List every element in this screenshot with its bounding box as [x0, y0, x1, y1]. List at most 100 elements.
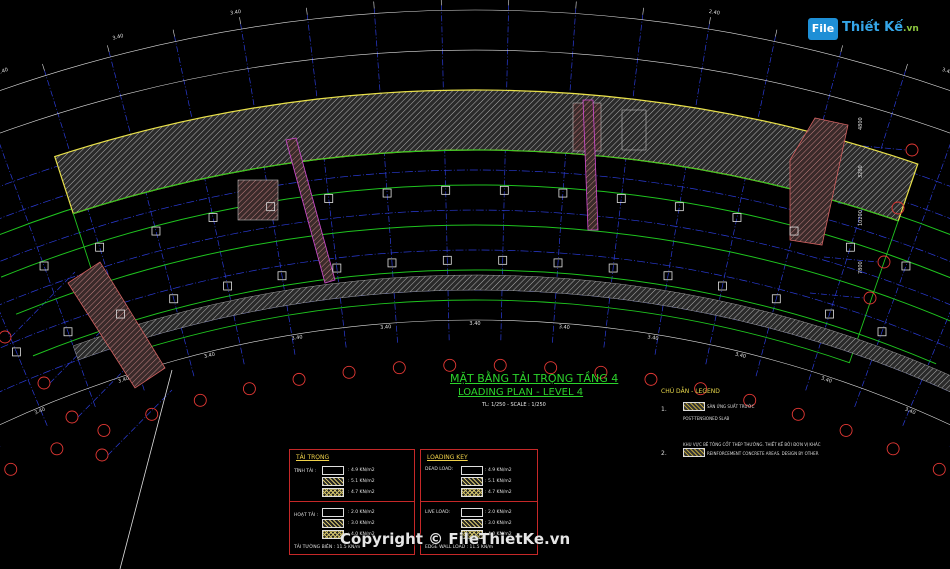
column	[732, 213, 742, 222]
inner-dim-label: 3.40	[734, 352, 746, 360]
legend-item-2-no: 2.	[661, 450, 667, 457]
inner-dim-label: 3.40	[34, 407, 47, 417]
legend-heading: CHÚ DẪN - LEGEND	[661, 388, 720, 395]
dead-load-key-3: : 4.7 KN/m2	[485, 490, 512, 495]
legend-swatch-2	[683, 448, 705, 457]
dim-tick	[642, 7, 644, 15]
grid-bubble	[0, 330, 12, 344]
inner-dim-label: 3.40	[904, 407, 917, 417]
grid-bubble	[37, 376, 51, 390]
load-swatch	[461, 519, 483, 528]
outer-dim-label: 2.40	[0, 67, 9, 76]
live-load-key-1: : 2.0 KN/m2	[485, 510, 512, 515]
inner-dim-label: 3.40	[117, 376, 129, 385]
load-swatch	[461, 488, 483, 497]
grid-bubble	[443, 358, 457, 372]
live-load-label: LIVE LOAD:	[425, 510, 451, 515]
grid-bubble	[839, 423, 853, 437]
outer-dim-label: 3.40	[941, 67, 950, 76]
inner-dim-label: 3.40	[820, 376, 832, 385]
site-logo: File Thiết Kế.vn	[808, 14, 926, 44]
core-area	[237, 179, 279, 221]
legend: CHÚ DẪN - LEGEND 1. SÀN ỨNG SUẤT TRƯỚC P…	[655, 388, 835, 468]
inner-dim-label: 3.40	[203, 352, 215, 360]
dead-load-key-2: : 5.1 KN/m2	[485, 479, 512, 484]
dead-load-value-3: : 4.7 KN/m2	[348, 490, 375, 495]
load-swatch	[322, 488, 344, 497]
grid-bubble	[905, 143, 919, 157]
grid-bubble	[65, 410, 79, 424]
radial-grid-line	[0, 311, 48, 426]
outer-dim-label: 3.40	[112, 33, 124, 42]
dim-tick	[306, 7, 308, 15]
dim-tick	[840, 45, 843, 53]
legend-item-1-en: POST-TENSIONED SLAB	[683, 416, 730, 421]
dim-tick	[172, 29, 175, 37]
column	[95, 242, 105, 252]
live-load-key-2: : 3.0 KN/m2	[485, 521, 512, 526]
dead-load-value-2: : 5.1 KN/m2	[348, 479, 375, 484]
dead-load-value-1: : 4.9 KN/m2	[348, 468, 375, 473]
dim-tick	[107, 45, 110, 53]
grid-bubble	[50, 442, 64, 456]
load-swatch	[322, 508, 344, 517]
inner-dim-label: 3.40	[469, 321, 480, 327]
logo-box: File	[808, 18, 838, 40]
dead-load-key-1: : 4.9 KN/m2	[485, 468, 512, 473]
live-load-value-1: : 2.0 KN/m2	[348, 510, 375, 515]
legend-item-1-no: 1.	[661, 406, 667, 413]
column	[39, 261, 49, 271]
plan-title-en: LOADING PLAN - LEVEL 4	[458, 387, 584, 398]
load-swatch	[461, 477, 483, 486]
column	[208, 213, 218, 222]
load-swatch	[322, 477, 344, 486]
load-table-heading: TẢI TRỌNG	[296, 454, 330, 461]
right-dim-label: 4800	[858, 117, 864, 130]
column	[674, 202, 684, 212]
dim-tick	[905, 63, 908, 71]
grid-line-left	[107, 389, 173, 456]
grid-bubble	[932, 462, 946, 476]
load-key-heading: LOADING KEY	[427, 454, 468, 461]
dim-tick	[42, 63, 45, 71]
table-divider	[421, 501, 537, 502]
legend-swatch-1	[683, 402, 705, 411]
right-dim-label: 3200	[858, 165, 864, 178]
grid-bubble	[392, 361, 406, 375]
dead-load-label-vn: TĨNH TẢI :	[294, 469, 317, 474]
legend-item-1-vn: SÀN ỨNG SUẤT TRƯỚC	[707, 404, 755, 409]
dim-tick	[709, 17, 711, 25]
grid-bubble	[4, 462, 18, 476]
grid-bubble	[644, 372, 658, 386]
leader-line	[119, 369, 173, 569]
core-area	[621, 109, 647, 151]
table-divider	[290, 501, 414, 502]
load-swatch	[461, 466, 483, 475]
inner-dim-label: 3.40	[558, 324, 570, 331]
logo-text: Thiết Kế.vn	[842, 20, 919, 35]
grid-bubble	[493, 358, 507, 372]
plan-title-vn: MẶT BẰNG TẢI TRỌNG TẦNG 4	[450, 372, 619, 385]
copyright-watermark: Copyright © FileThietKe.vn	[340, 530, 571, 548]
grid-bubble	[97, 423, 111, 437]
grid-line-right	[823, 256, 879, 263]
right-dim-label: 7800	[858, 261, 864, 274]
logo-suffix: .vn	[903, 24, 919, 34]
plan-scale: TL: 1/250 - SCALE : 1/250	[482, 402, 546, 408]
grid-bubble	[145, 407, 159, 421]
outer-dim-label: 3.40	[230, 9, 242, 17]
logo-name: Thiết Kế	[842, 20, 904, 35]
inner-dim-label: 3.40	[291, 334, 303, 342]
post-tension-slab	[53, 89, 919, 222]
outer-dim-label: 2.40	[708, 9, 720, 17]
grid-bubble	[95, 448, 109, 462]
outer-dim-label: 3.40	[349, 0, 361, 1]
load-swatch	[461, 508, 483, 517]
grid-bubble	[292, 372, 306, 386]
dim-tick	[775, 29, 778, 37]
live-load-label-vn: HOẠT TẢI :	[294, 513, 319, 518]
radial-grid-line	[0, 143, 96, 408]
load-swatch	[322, 466, 344, 475]
inner-dim-label: 3.40	[647, 334, 659, 342]
dead-load-label: DEAD LOAD:	[425, 467, 454, 472]
